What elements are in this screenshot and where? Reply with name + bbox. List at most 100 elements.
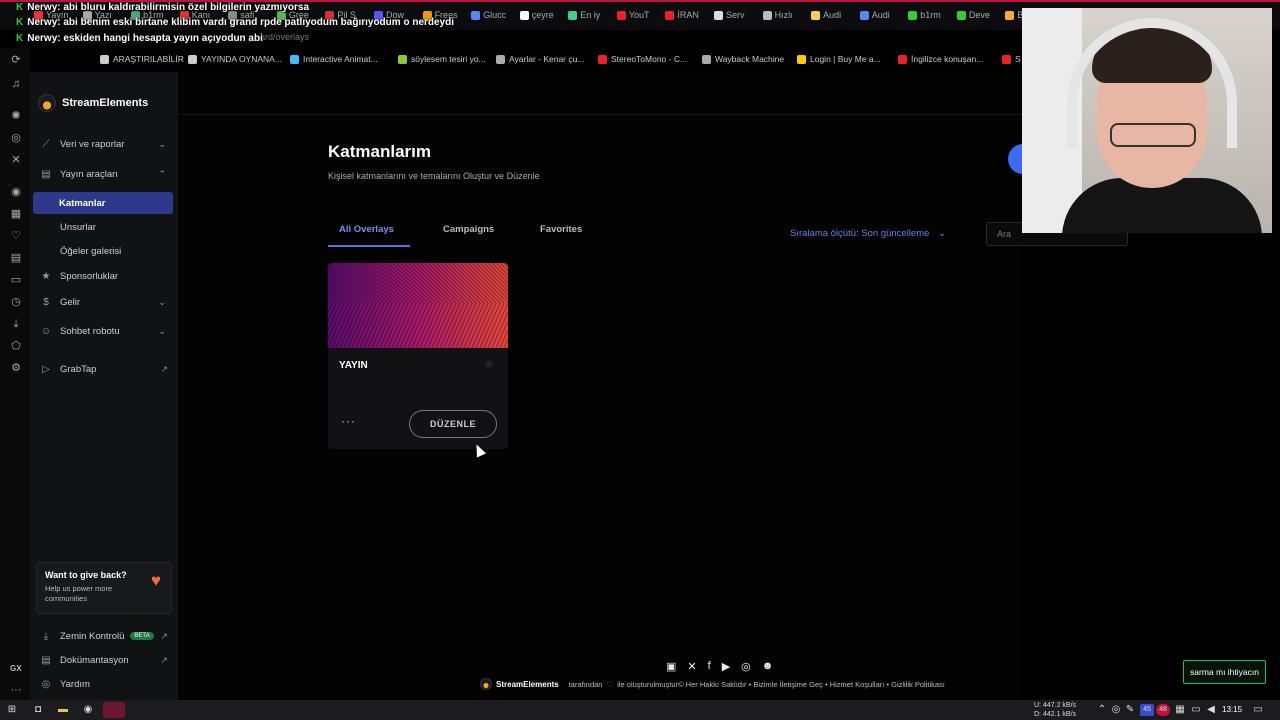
page-title: Katmanlarım: [328, 142, 431, 161]
overlay-card[interactable]: YAYIN ★ ··· DÜZENLE: [328, 263, 508, 449]
nav-gelir[interactable]: $ Gelir ⌄: [30, 291, 178, 313]
external-link-icon: ↗: [160, 630, 168, 641]
bookmark-item[interactable]: StereoToMono - C...: [598, 54, 687, 64]
nav-label: Gelir: [60, 296, 81, 308]
tab-all-overlays[interactable]: All Overlays: [339, 224, 394, 235]
browser-tab[interactable]: Hızlı: [762, 10, 793, 20]
nav-label: Zemin Kontrolü: [60, 630, 125, 642]
instagram-icon[interactable]: ◎: [10, 132, 22, 144]
twitch-icon[interactable]: ▣: [666, 660, 676, 673]
bookmark-item[interactable]: söylesem tesiri yo...: [398, 54, 486, 64]
more-options-button[interactable]: ···: [341, 414, 356, 428]
ai-icon[interactable]: ✺: [10, 110, 22, 122]
browser-tab[interactable]: Audi: [859, 10, 890, 20]
heart-icon[interactable]: ♡: [10, 230, 22, 242]
edit-button[interactable]: DÜZENLE: [409, 410, 497, 438]
bookmark-item[interactable]: Ayarlar - Kenar çu...: [496, 54, 584, 64]
bookmark-item[interactable]: YAYINDA OYNANA...: [188, 54, 282, 64]
notes-icon[interactable]: ▤: [10, 252, 22, 264]
x-icon[interactable]: ✕: [687, 660, 696, 673]
browser-tab[interactable]: Glucc: [471, 10, 506, 20]
browser-tab[interactable]: İRAN: [665, 10, 699, 20]
browser-tab[interactable]: Audi: [811, 10, 841, 20]
bookmark-favicon-icon: [702, 54, 711, 64]
chart-icon: ⟋: [42, 138, 50, 150]
browser-tab[interactable]: çeyre: [519, 10, 554, 20]
tab-campaigns[interactable]: Campaigns: [443, 224, 494, 235]
footer-links[interactable]: ile oluşturulmuştur© Her Hakkı Saklıdır …: [617, 680, 945, 689]
nav-grabtap[interactable]: ▷ GrabTap ↗: [30, 358, 178, 380]
tray-badge[interactable]: 45: [1140, 704, 1154, 716]
tab-favorites[interactable]: Favorites: [540, 224, 582, 235]
sort-dropdown[interactable]: Sıralama ölçütü: Son güncelleme ⌄: [790, 228, 946, 239]
nav-ogeler-galerisi[interactable]: Öğeler galerisi: [30, 240, 178, 262]
nav-katmanlar[interactable]: Katmanlar: [33, 192, 173, 214]
browser-tab[interactable]: Serv: [714, 10, 745, 20]
streamelements-logo-icon: [38, 94, 56, 112]
app-icon[interactable]: ◘: [32, 704, 44, 716]
music-icon[interactable]: ♫: [10, 78, 22, 90]
browser-icon[interactable]: ◉: [82, 704, 94, 716]
chat-message: K Nerwy: abi bluru kaldırabilirmisin özel…: [16, 2, 309, 13]
discord-icon[interactable]: ☻: [762, 660, 774, 673]
download-icon: ⤓: [43, 630, 49, 642]
glasses: [1110, 123, 1196, 147]
tray-pen-icon[interactable]: ✎: [1124, 704, 1136, 716]
nav-sohbet-robotu[interactable]: ☺ Sohbet robotu ⌄: [30, 320, 178, 342]
extensions-icon[interactable]: ⬠: [10, 340, 22, 352]
bookmark-item[interactable]: S: [1002, 54, 1021, 64]
overlay-chat-button[interactable]: sarma mı ihtiyacın: [1183, 660, 1266, 684]
network-icon[interactable]: ▭: [1190, 704, 1202, 716]
bookmark-favicon-icon: [188, 54, 197, 64]
youtube-icon[interactable]: ▶: [722, 660, 730, 673]
more-icon[interactable]: ···: [10, 684, 22, 696]
bookmark-item[interactable]: Wayback Machine: [702, 54, 784, 64]
tray-app-icon[interactable]: ◎: [1110, 704, 1122, 716]
tray-badge[interactable]: 48: [1156, 704, 1170, 716]
brand-logo[interactable]: StreamElements: [38, 94, 148, 112]
favorite-star-icon[interactable]: ★: [484, 358, 494, 371]
volume-icon[interactable]: ◀: [1205, 704, 1217, 716]
keyboard-icon[interactable]: ▭: [10, 274, 22, 286]
nav-veri-ve-raporlar[interactable]: ⟋ Veri ve raporlar ⌄: [30, 133, 178, 155]
nav-yardim[interactable]: ◎ Yardım: [30, 673, 178, 695]
bookmark-item[interactable]: ARAŞTIRILABİLİR: [100, 54, 184, 64]
active-tab-indicator: [328, 245, 410, 247]
download-icon[interactable]: ⤓: [10, 318, 22, 330]
bookmark-item[interactable]: İngilizce konuşan...: [898, 54, 983, 64]
nav-dokumantasyon[interactable]: ▤ Dokümantasyon ↗: [30, 649, 178, 671]
windows-start-icon[interactable]: ⊞: [6, 704, 18, 716]
nav-sponsorluklar[interactable]: ★ Sponsorluklar: [30, 265, 178, 287]
browser-tab[interactable]: b1rm: [908, 10, 941, 20]
settings-icon[interactable]: ⚙: [10, 362, 22, 374]
nav-yayin-araclari[interactable]: ▤ Yayın araçları ⌃: [30, 163, 178, 185]
tray-app-icon[interactable]: ▦: [1174, 704, 1186, 716]
tab-favicon-icon: [1005, 10, 1015, 20]
notification-icon[interactable]: ▭: [1252, 704, 1264, 716]
nav-label: Yardım: [60, 678, 90, 690]
x-icon[interactable]: ✕: [10, 154, 22, 166]
give-back-card[interactable]: Want to give back? Help us power more co…: [36, 562, 172, 614]
browser-tab[interactable]: YouT: [616, 10, 650, 20]
facebook-icon[interactable]: f: [708, 660, 711, 673]
tray-chevron-icon[interactable]: ⌃: [1096, 704, 1108, 716]
browser-tab[interactable]: Deve: [956, 10, 990, 20]
nav-unsurlar[interactable]: Unsurlar: [30, 216, 178, 238]
bot-icon: ☺: [40, 325, 52, 337]
active-app-icon[interactable]: [103, 702, 125, 718]
tab-label: En iy: [580, 10, 601, 20]
bookmark-favicon-icon: [290, 54, 299, 64]
browser-tab[interactable]: En iy: [568, 10, 600, 20]
grid-icon[interactable]: ▦: [10, 208, 22, 220]
circle-icon[interactable]: ◉: [10, 186, 22, 198]
nav-zemin-kontrolu[interactable]: ⤓ Zemin Kontrolü BETA ↗: [30, 625, 178, 647]
bookmark-item[interactable]: Login | Buy Me a...: [797, 54, 881, 64]
tab-favicon-icon: [568, 10, 578, 20]
brand-name: StreamElements: [62, 97, 149, 109]
give-back-text: Help us power more communities: [45, 584, 113, 603]
folder-icon[interactable]: ▬: [57, 704, 69, 716]
history-icon[interactable]: ◷: [10, 296, 22, 308]
instagram-icon[interactable]: ◎: [741, 660, 751, 673]
reload-icon[interactable]: ⟳: [10, 54, 22, 66]
bookmark-item[interactable]: Interactive Animat...: [290, 54, 378, 64]
